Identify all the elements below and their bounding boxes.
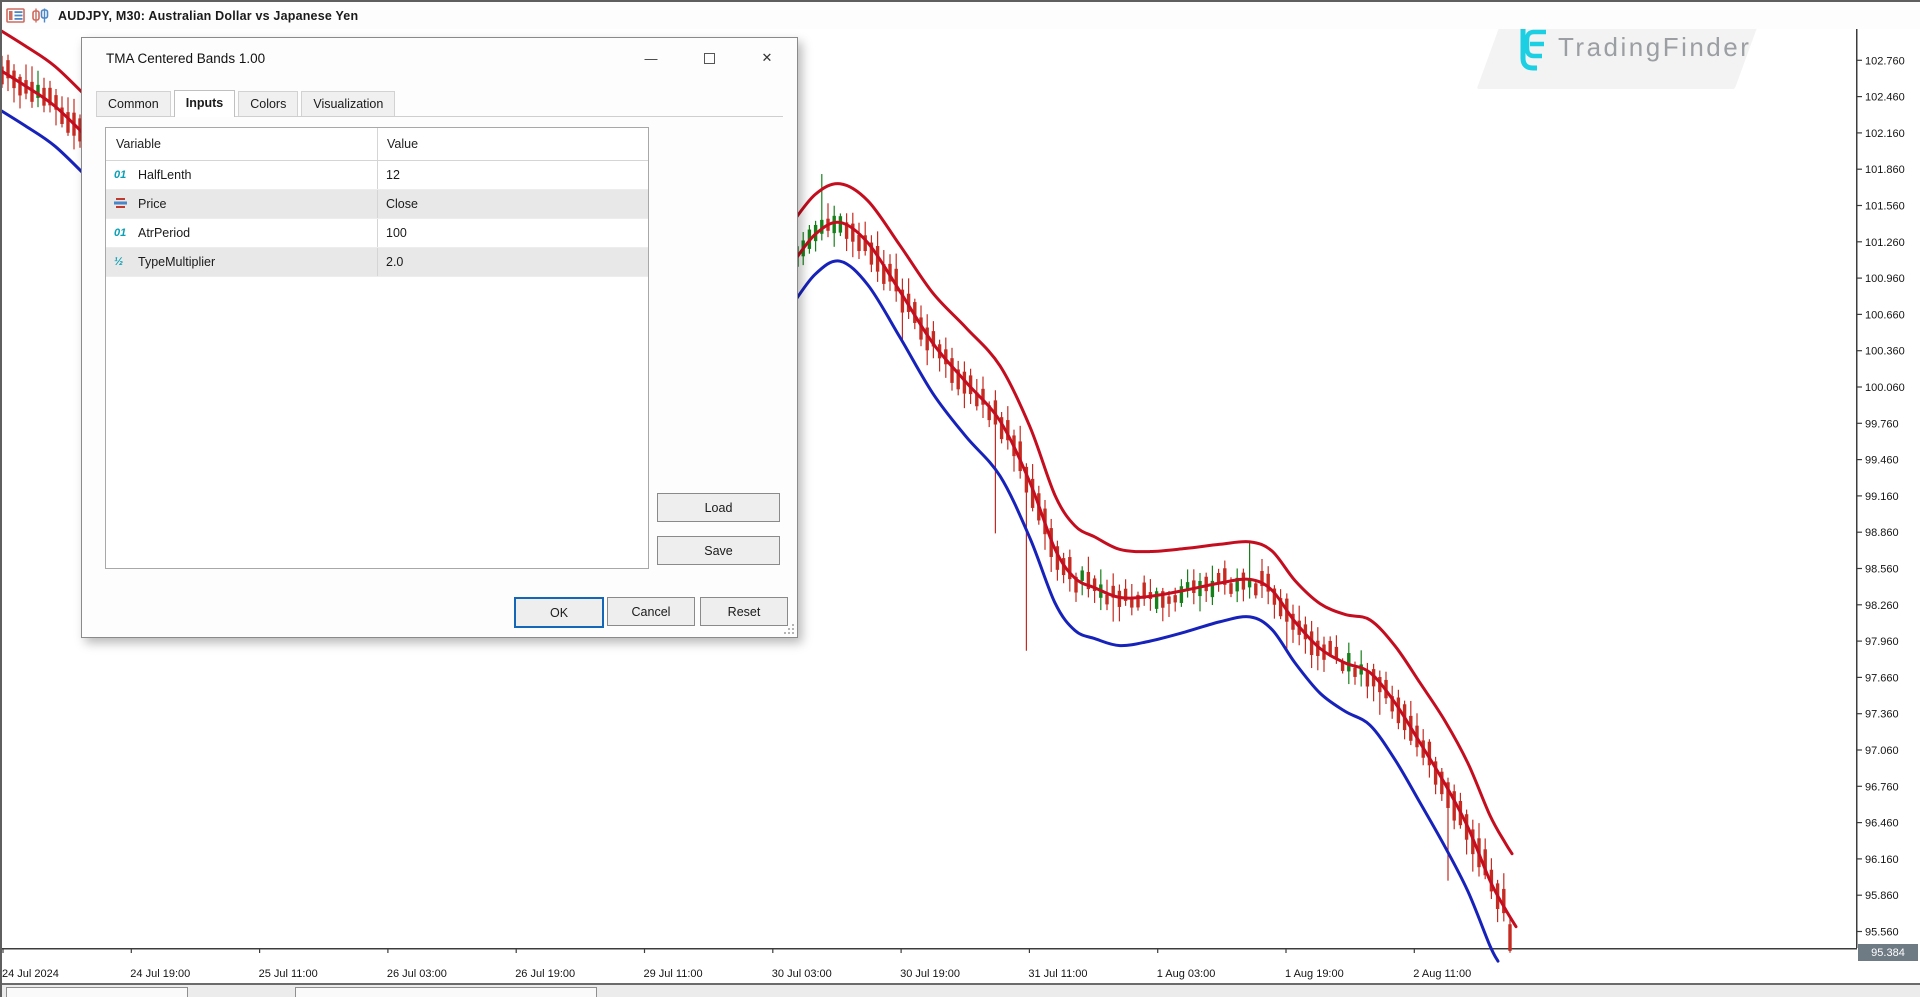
indicator-settings-dialog: TMA Centered Bands 1.00 — ✕ CommonInputs…: [81, 37, 798, 638]
price-label: 102.160: [1865, 128, 1905, 140]
time-label: 30 Jul 19:00: [900, 968, 960, 980]
time-label: 1 Aug 03:00: [1157, 968, 1216, 980]
dialog-title: TMA Centered Bands 1.00: [106, 51, 265, 66]
header-value: Value: [387, 137, 418, 151]
column-divider: [377, 128, 378, 160]
price-label: 97.960: [1865, 636, 1899, 648]
window-left-border: [0, 0, 2, 997]
time-label: 25 Jul 11:00: [259, 968, 318, 980]
price-label: 96.460: [1865, 818, 1899, 830]
tab-common[interactable]: Common: [96, 91, 171, 116]
time-label: 29 Jul 11:00: [644, 968, 703, 980]
tab-colors[interactable]: Colors: [238, 91, 298, 116]
price-label: 99.460: [1865, 455, 1899, 467]
param-name: Price: [138, 197, 368, 211]
tab-visualization[interactable]: Visualization: [301, 91, 395, 116]
minimize-button[interactable]: —: [636, 47, 666, 69]
center-band-line: [790, 222, 1516, 926]
param-value[interactable]: Close: [386, 197, 418, 211]
table-row[interactable]: Price Close: [106, 190, 648, 219]
param-value[interactable]: 2.0: [386, 255, 403, 269]
ok-button[interactable]: OK: [514, 597, 604, 628]
table-row[interactable]: 01HalfLenth 12: [106, 161, 648, 190]
time-label: 26 Jul 19:00: [515, 968, 575, 980]
price-label: 100.660: [1865, 309, 1905, 321]
window-titlebar: AUDJPY, M30: Australian Dollar vs Japane…: [0, 0, 1920, 29]
save-button[interactable]: Save: [657, 536, 780, 565]
price-type-icon: [114, 197, 138, 212]
candles-icon: [31, 8, 50, 23]
price-label: 98.860: [1865, 527, 1899, 539]
close-button[interactable]: ✕: [752, 47, 782, 69]
dialog-tabs: CommonInputsColorsVisualization: [96, 89, 783, 117]
parameters-table: Variable Value 01HalfLenth12PriceClose01…: [105, 127, 649, 569]
chart-list-icon: [6, 8, 25, 23]
time-label: 30 Jul 03:00: [772, 968, 832, 980]
logo-text: TradingFinder: [1558, 32, 1751, 63]
table-row[interactable]: ½TypeMultiplier 2.0: [106, 248, 648, 277]
price-label: 100.060: [1865, 382, 1905, 394]
price-label: 99.760: [1865, 418, 1899, 430]
time-label: 24 Jul 2024: [2, 968, 59, 980]
param-value[interactable]: 100: [386, 226, 407, 240]
time-label: 26 Jul 03:00: [387, 968, 447, 980]
reset-button[interactable]: Reset: [700, 597, 788, 626]
price-label: 96.760: [1865, 781, 1899, 793]
price-label: 100.360: [1865, 346, 1905, 358]
lower-band-line: [790, 261, 1498, 961]
time-label: 2 Aug 11:00: [1413, 968, 1471, 980]
time-label: 24 Jul 19:00: [130, 968, 190, 980]
tab-inputs[interactable]: Inputs: [174, 90, 236, 117]
bottom-panel-tab[interactable]: [6, 987, 188, 997]
price-label: 101.260: [1865, 237, 1905, 249]
price-label: 101.560: [1865, 201, 1905, 213]
fraction-type-icon: ½: [114, 256, 138, 268]
time-label: 31 Jul 11:00: [1028, 968, 1087, 980]
price-label: 100.960: [1865, 273, 1905, 285]
param-value[interactable]: 12: [386, 168, 400, 182]
main-chart-series: [790, 174, 1516, 961]
price-label: 99.160: [1865, 491, 1899, 503]
param-name: AtrPeriod: [138, 226, 368, 240]
load-button[interactable]: Load: [657, 493, 780, 522]
price-label: 96.160: [1865, 854, 1899, 866]
numeric-type-icon: 01: [114, 169, 138, 181]
bottom-panel-strip: [0, 983, 1920, 997]
table-row[interactable]: 01AtrPeriod 100: [106, 219, 648, 248]
window-title: AUDJPY, M30: Australian Dollar vs Japane…: [58, 9, 358, 23]
param-name: TypeMultiplier: [138, 255, 368, 269]
price-label: 95.560: [1865, 927, 1899, 939]
price-label: 102.460: [1865, 92, 1905, 104]
current-price-tag: 95.384: [1858, 944, 1918, 961]
maximize-button[interactable]: [694, 47, 724, 69]
price-label: 98.560: [1865, 564, 1899, 576]
price-label: 101.860: [1865, 164, 1905, 176]
price-label: 97.660: [1865, 672, 1899, 684]
table-header: Variable Value: [106, 128, 648, 161]
upper-band-line: [790, 184, 1512, 854]
numeric-type-icon: 01: [114, 227, 138, 239]
price-label: 98.260: [1865, 600, 1899, 612]
time-label: 1 Aug 19:00: [1285, 968, 1344, 980]
header-variable: Variable: [116, 137, 161, 151]
left-chart-segment: [0, 25, 90, 180]
bottom-panel-tab[interactable]: [295, 987, 597, 997]
price-label: 95.860: [1865, 890, 1899, 902]
price-label: 102.760: [1865, 55, 1905, 67]
price-label: 97.060: [1865, 745, 1899, 757]
cancel-button[interactable]: Cancel: [607, 597, 695, 626]
price-label: 97.360: [1865, 709, 1899, 721]
time-axis-labels: 24 Jul 2024 24 Jul 19:00 25 Jul 11:00 26 Ju…: [2, 948, 1471, 980]
price-axis-labels: 103.060102.760102.460102.160101.860101.5…: [1856, 19, 1905, 939]
resize-grip[interactable]: [784, 624, 794, 634]
maximize-icon: [704, 53, 715, 64]
param-name: HalfLenth: [138, 168, 368, 182]
params-table-body: 01HalfLenth12PriceClose01AtrPeriod100½Ty…: [106, 161, 648, 277]
